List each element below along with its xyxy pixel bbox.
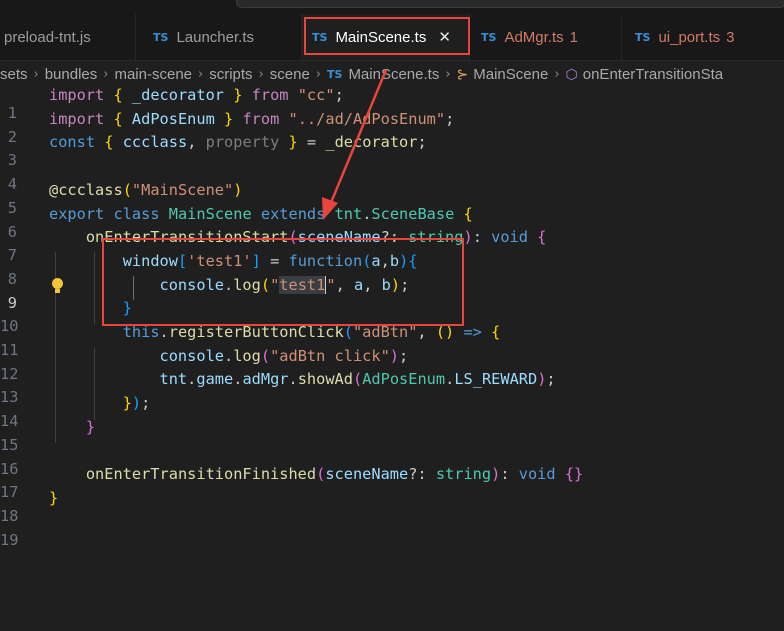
typescript-icon: TS (153, 30, 169, 44)
tab-label: ui_port.ts (658, 28, 721, 46)
code-line: 8 window['test1'] = function(a,b){ (0, 252, 784, 288)
breadcrumb-item[interactable]: main-scene (114, 66, 192, 83)
code-line: 19 (0, 513, 784, 549)
breadcrumb-item[interactable]: scripts (209, 66, 252, 83)
selected-text: test1 (279, 275, 326, 294)
problem-count: 1 (569, 28, 578, 46)
typescript-icon: TS (635, 30, 651, 44)
tab-label: MainScene.ts (335, 28, 427, 46)
method-symbol-icon: ⬡ (565, 65, 578, 82)
tab-label: AdMgr.ts (504, 28, 564, 46)
code-line: 14 }); (0, 394, 151, 431)
tab-ui-port[interactable]: TS ui_port.ts 3 (622, 14, 784, 60)
chevron-right-icon: › (103, 66, 109, 82)
breadcrumb-item[interactable]: scene (270, 66, 310, 83)
code-line: 17 onEnterTransitionFinished(sceneName?:… (0, 465, 584, 502)
code-line: 11 this.registerButtonClick("adBtn", () … (0, 323, 501, 359)
window-top-strip (0, 0, 784, 14)
code-line: 3 const { ccclass, property } = _decorat… (0, 133, 784, 169)
code-line: 13 tnt.game.adMgr.showAd(AdPosEnum.LS_RE… (0, 370, 556, 407)
code-line-current: 9 console.log("test1", a, b); (0, 275, 784, 312)
chevron-right-icon: › (33, 66, 39, 82)
typescript-icon: TS (327, 67, 343, 81)
code-editor[interactable]: 1 import { _decorator } from "cc"; 2 imp… (0, 86, 784, 631)
tab-launcher[interactable]: TS Launcher.ts (136, 14, 302, 60)
code-line: 6 export class MainScene extends tnt.Sce… (0, 205, 784, 241)
code-line: 10 } (0, 299, 132, 336)
chevron-right-icon: › (554, 66, 560, 82)
code-line: 5 @ccclass("MainScene") (0, 181, 784, 217)
close-icon[interactable]: ✕ (438, 28, 451, 46)
code-line: 7 onEnterTransitionStart(sceneName?: str… (0, 228, 784, 264)
breadcrumb-item[interactable]: sets (0, 66, 28, 83)
editor-tab-bar: preload-tnt.js TS Launcher.ts TS MainSce… (0, 14, 784, 61)
code-line: 2 import { AdPosEnum } from "../ad/AdPos… (0, 110, 784, 146)
tab-mainscene[interactable]: TS MainScene.ts ✕ (302, 14, 470, 60)
code-line: 16 (0, 442, 784, 478)
breadcrumb: sets › bundles › main-scene › scripts › … (0, 61, 784, 87)
breadcrumb-class[interactable]: MainScene (473, 66, 548, 83)
chevron-right-icon: › (258, 66, 264, 82)
class-symbol-icon: ⊱ (456, 65, 469, 82)
code-line: 12 console.log("adBtn click"); (0, 346, 409, 383)
typescript-icon: TS (312, 30, 328, 44)
code-line: 15 } (0, 417, 96, 454)
tab-label: preload-tnt.js (4, 28, 91, 46)
code-line: 4 (0, 157, 784, 193)
tab-label: Launcher.ts (176, 28, 254, 46)
breadcrumb-item[interactable]: bundles (45, 66, 98, 83)
breadcrumb-method[interactable]: onEnterTransitionSta (583, 66, 723, 83)
command-center[interactable] (236, 0, 784, 8)
line-number: 19 (0, 530, 19, 549)
chevron-right-icon: › (445, 66, 451, 82)
code-line: 1 import { _decorator } from "cc"; (0, 86, 784, 122)
chevron-right-icon: › (315, 66, 321, 82)
chevron-right-icon: › (198, 66, 204, 82)
problem-count: 3 (726, 28, 735, 46)
tab-preload-tnt[interactable]: preload-tnt.js (0, 14, 136, 60)
tab-admgr[interactable]: TS AdMgr.ts 1 (470, 14, 622, 60)
code-line: 18 } (0, 488, 59, 525)
breadcrumb-file[interactable]: MainScene.ts (348, 66, 439, 83)
typescript-icon: TS (481, 30, 497, 44)
